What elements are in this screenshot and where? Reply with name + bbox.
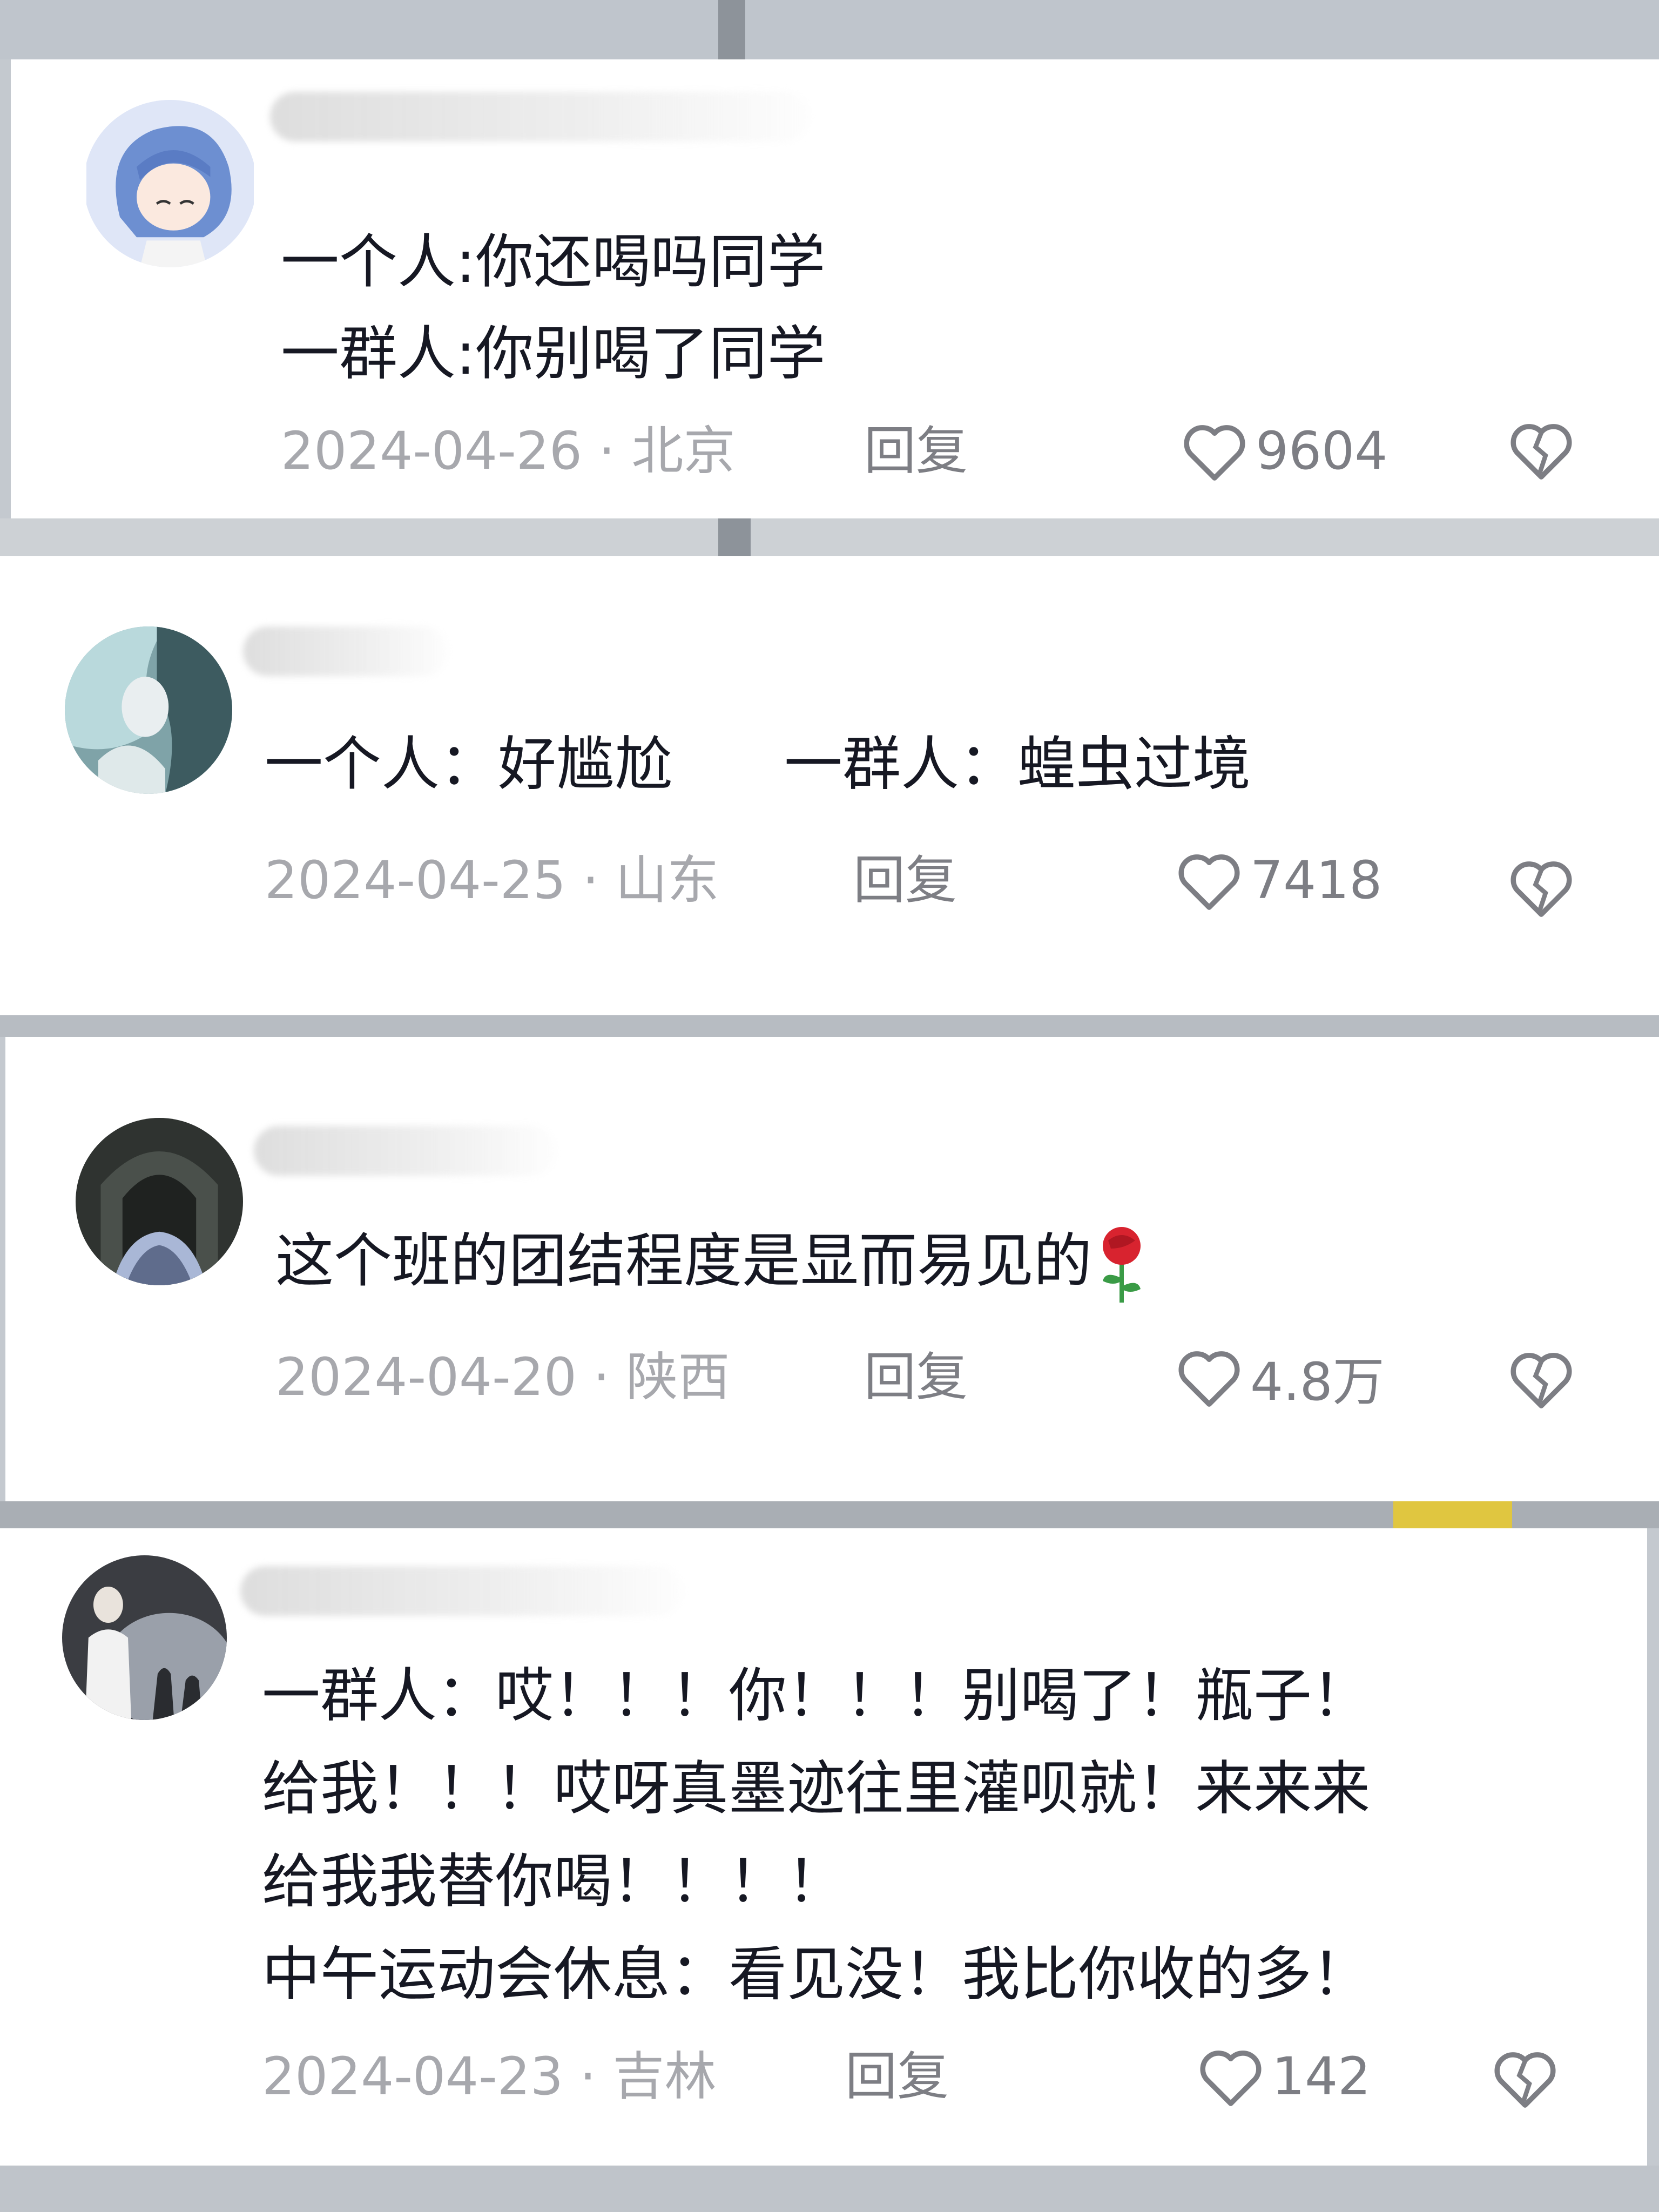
comment-text-line: 一个人：好尴尬 一群人：蝗虫过境: [265, 731, 1251, 798]
reply-button[interactable]: 回复: [845, 2047, 949, 2106]
comment-meta: 2024-04-26 · 北京: [281, 421, 736, 481]
avatar[interactable]: [76, 1118, 243, 1285]
like-button[interactable]: 9604: [1180, 419, 1387, 483]
comment-meta: 2024-04-23 · 吉林: [262, 2046, 717, 2107]
comment-card: 一个人:你还喝吗同学 一群人:你别喝了同学 2024-04-26 · 北京 回复…: [11, 59, 1659, 518]
blurred-username[interactable]: [270, 92, 810, 141]
comment-text-line: 这个班的团结程度是显而易见的: [275, 1215, 1151, 1308]
comment-text: 这个班的团结程度是显而易见的: [275, 1228, 1092, 1295]
avatar[interactable]: [62, 1555, 227, 1720]
broken-heart-icon: [1510, 861, 1572, 917]
comment-card: 一个人：好尴尬 一群人：蝗虫过境 2024-04-25 · 山东 回复 7418: [0, 556, 1659, 1015]
comment-text-line: 给我！！！哎呀真墨迹往里灌呗就！来来来: [262, 1755, 1371, 1823]
comment-date: 2024-04-23: [262, 2046, 563, 2107]
broken-heart-icon: [1510, 424, 1572, 480]
like-count: 9604: [1256, 421, 1388, 481]
broken-heart-icon: [1494, 2052, 1556, 2108]
avatar-image: [86, 100, 254, 267]
comment-text-line: 给我我替你喝！！！！: [262, 1848, 846, 1916]
rose-emoji-icon: [1103, 1227, 1141, 1303]
blurred-username[interactable]: [254, 1126, 556, 1176]
comment-location: 陕西: [626, 1347, 730, 1407]
blurred-username[interactable]: [240, 1566, 683, 1616]
like-count: 4.8万: [1250, 1351, 1385, 1412]
comment-text-line: 一群人:你别喝了同学: [281, 320, 826, 388]
dislike-button[interactable]: [1507, 419, 1576, 481]
avatar-image: [65, 626, 232, 794]
comment-meta: 2024-04-25 · 山东: [265, 850, 719, 911]
like-button[interactable]: 4.8万: [1175, 1345, 1385, 1412]
reply-button[interactable]: 回复: [864, 421, 968, 481]
dislike-button[interactable]: [1507, 856, 1576, 919]
avatar-image: [62, 1555, 227, 1720]
avatar[interactable]: [84, 100, 257, 267]
dislike-button[interactable]: [1491, 2047, 1560, 2109]
reply-button[interactable]: 回复: [864, 1347, 968, 1407]
heart-outline-icon: [1200, 2051, 1262, 2106]
like-button[interactable]: 142: [1196, 2044, 1371, 2109]
comment-meta: 2024-04-20 · 陕西: [275, 1347, 730, 1407]
heart-outline-icon: [1178, 854, 1240, 910]
heart-outline-icon: [1184, 425, 1245, 481]
comment-card: 这个班的团结程度是显而易见的 2024-04-20 · 陕西 回复 4.8万: [5, 1037, 1659, 1501]
comment-text-line: 一群人：哎！！！你！！！别喝了！瓶子！: [262, 1662, 1371, 1730]
comment-date: 2024-04-26: [281, 421, 582, 481]
like-count: 7418: [1250, 850, 1382, 911]
like-count: 142: [1272, 2046, 1371, 2107]
dislike-button[interactable]: [1507, 1347, 1576, 1410]
comment-date: 2024-04-25: [265, 850, 566, 911]
comment-text-line: 一个人:你还喝吗同学: [281, 228, 826, 296]
comment-date: 2024-04-20: [275, 1347, 577, 1407]
comment-location: 吉林: [612, 2046, 717, 2107]
comment-text-line: 中午运动会休息：看见没！我比你收的多！: [262, 1941, 1371, 2008]
avatar-image: [76, 1118, 243, 1285]
comment-card: 一群人：哎！！！你！！！别喝了！瓶子！ 给我！！！哎呀真墨迹往里灌呗就！来来来 …: [0, 1528, 1647, 2166]
comment-location: 北京: [631, 421, 736, 481]
broken-heart-icon: [1510, 1353, 1572, 1408]
like-button[interactable]: 7418: [1175, 848, 1382, 913]
blurred-username[interactable]: [243, 626, 448, 676]
heart-outline-icon: [1178, 1351, 1240, 1407]
avatar[interactable]: [65, 626, 232, 794]
comment-location: 山东: [615, 850, 719, 911]
reply-button[interactable]: 回复: [853, 851, 957, 910]
